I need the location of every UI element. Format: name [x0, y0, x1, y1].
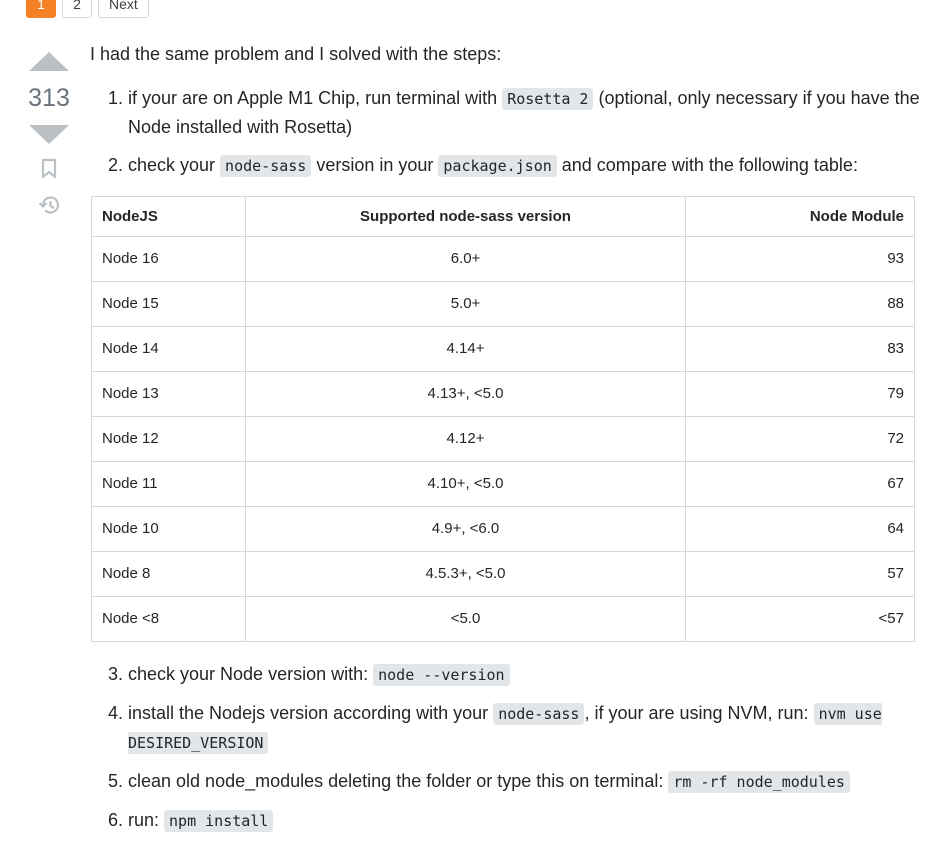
column-header-node-sass: Supported node-sass version	[245, 196, 686, 237]
cell-node-module: 57	[685, 551, 915, 597]
step-4-code-1: node-sass	[493, 703, 585, 725]
cell-nodejs: Node 11	[91, 461, 246, 507]
step-3-code: node --version	[373, 664, 510, 686]
vote-count: 313	[28, 84, 70, 112]
column-header-nodejs: NodeJS	[91, 196, 246, 237]
cell-node-sass-version: 5.0+	[245, 281, 686, 327]
table-body: Node 16 6.0+ 93 Node 15 5.0+ 88 Node 14 4.14+ 83…	[91, 236, 915, 642]
cell-node-sass-version: <5.0	[245, 596, 686, 642]
page-2-button[interactable]: 2	[62, 0, 92, 18]
step-5-code: rm -rf node_modules	[668, 771, 850, 793]
vote-up-icon[interactable]	[29, 52, 69, 71]
step-6: run: npm install	[128, 806, 924, 835]
cell-node-sass-version: 6.0+	[245, 236, 686, 282]
step-2-text-mid: version in your	[311, 155, 439, 175]
cell-node-module: 72	[685, 416, 915, 462]
step-5: clean old node_modules deleting the fold…	[128, 767, 924, 796]
cell-node-sass-version: 4.12+	[245, 416, 686, 462]
cell-node-sass-version: 4.10+, <5.0	[245, 461, 686, 507]
step-2-code-2: package.json	[438, 155, 557, 177]
cell-nodejs: Node <8	[91, 596, 246, 642]
table-header-row: NodeJS Supported node-sass version Node …	[91, 196, 915, 237]
step-2-code-1: node-sass	[220, 155, 312, 177]
cell-nodejs: Node 12	[91, 416, 246, 462]
answer-body: I had the same problem and I solved with…	[90, 40, 924, 845]
answer-intro: I had the same problem and I solved with…	[90, 44, 502, 64]
step-4-text: install the Nodejs version according wit…	[128, 703, 494, 723]
history-icon[interactable]	[37, 194, 61, 216]
page-1-button[interactable]: 1	[26, 0, 56, 18]
cell-nodejs: Node 13	[91, 371, 246, 417]
cell-node-sass-version: 4.13+, <5.0	[245, 371, 686, 417]
steps-list-continued: check your Node version with: node --ver…	[90, 660, 924, 835]
cell-nodejs: Node 15	[91, 281, 246, 327]
steps-list: if your are on Apple M1 Chip, run termin…	[90, 84, 924, 180]
column-header-node-module: Node Module	[685, 196, 915, 237]
cell-node-module: 83	[685, 326, 915, 372]
table-row: Node 13 4.13+, <5.0 79	[91, 371, 915, 417]
pagination: 1 2 Next	[26, 0, 149, 18]
cell-nodejs: Node 16	[91, 236, 246, 282]
table-row: Node <8 <5.0 <57	[91, 596, 915, 642]
step-1-text: if your are on Apple M1 Chip, run termin…	[128, 88, 503, 108]
step-2-text: check your	[128, 155, 221, 175]
cell-node-module: 79	[685, 371, 915, 417]
cell-node-sass-version: 4.14+	[245, 326, 686, 372]
cell-node-module: 88	[685, 281, 915, 327]
table-row: Node 11 4.10+, <5.0 67	[91, 461, 915, 507]
bookmark-icon[interactable]	[40, 158, 58, 180]
step-6-text: run:	[128, 810, 165, 830]
step-3: check your Node version with: node --ver…	[128, 660, 924, 689]
cell-nodejs: Node 14	[91, 326, 246, 372]
cell-node-module: 93	[685, 236, 915, 282]
step-6-code: npm install	[164, 810, 274, 832]
cell-nodejs: Node 10	[91, 506, 246, 552]
table-row: Node 14 4.14+ 83	[91, 326, 915, 372]
step-1: if your are on Apple M1 Chip, run termin…	[128, 84, 924, 141]
step-4: install the Nodejs version according wit…	[128, 699, 924, 757]
cell-node-sass-version: 4.9+, <6.0	[245, 506, 686, 552]
cell-node-module: 67	[685, 461, 915, 507]
cell-node-module: <57	[685, 596, 915, 642]
compatibility-table: NodeJS Supported node-sass version Node …	[91, 196, 915, 642]
step-4-text-mid: , if your are using NVM, run:	[584, 703, 814, 723]
table-row: Node 15 5.0+ 88	[91, 281, 915, 327]
step-3-text: check your Node version with:	[128, 664, 374, 684]
step-2: check your node-sass version in your pac…	[128, 151, 924, 180]
step-5-text: clean old node_modules deleting the fold…	[128, 771, 669, 791]
step-1-code: Rosetta 2	[502, 88, 594, 110]
vote-cell: 313	[26, 44, 72, 216]
answer-page: 1 2 Next 313 I had the same problem and …	[0, 0, 928, 847]
table-row: Node 16 6.0+ 93	[91, 236, 915, 282]
table-row: Node 12 4.12+ 72	[91, 416, 915, 462]
vote-down-icon[interactable]	[29, 125, 69, 144]
table-row: Node 10 4.9+, <6.0 64	[91, 506, 915, 552]
next-page-button[interactable]: Next	[98, 0, 149, 18]
cell-nodejs: Node 8	[91, 551, 246, 597]
cell-node-sass-version: 4.5.3+, <5.0	[245, 551, 686, 597]
table-row: Node 8 4.5.3+, <5.0 57	[91, 551, 915, 597]
step-2-text-end: and compare with the following table:	[556, 155, 858, 175]
cell-node-module: 64	[685, 506, 915, 552]
